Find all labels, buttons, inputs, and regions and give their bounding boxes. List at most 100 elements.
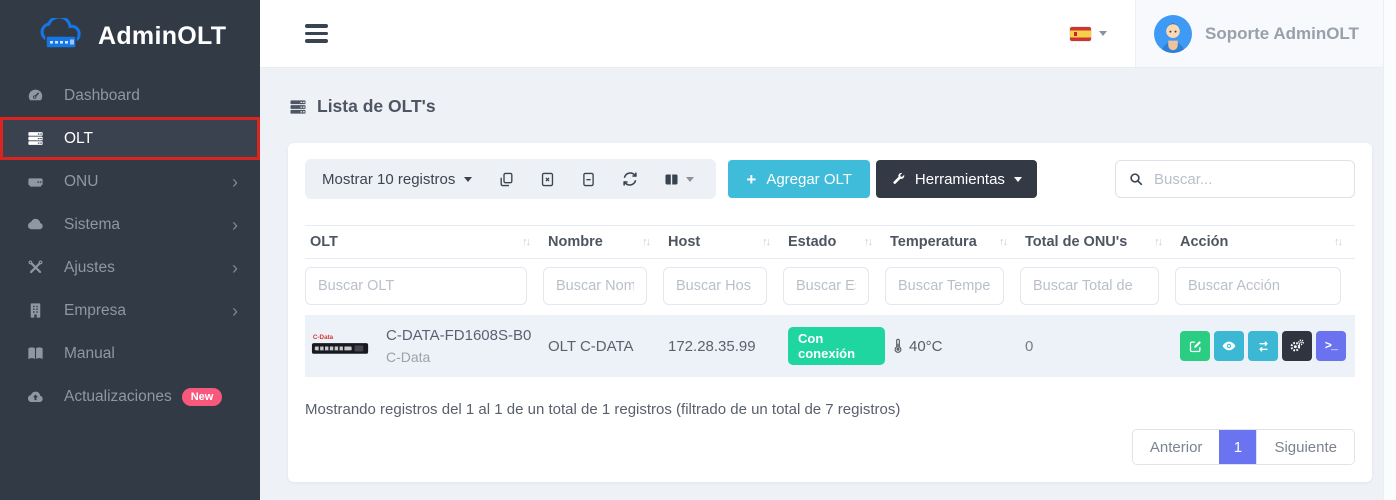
column-header-temperatura[interactable]: Temperatura↑↓ <box>885 234 1020 250</box>
sidebar-item-sistema[interactable]: Sistema › <box>0 203 260 246</box>
filter-nombre-input[interactable] <box>543 267 647 305</box>
caret-down-icon <box>686 177 694 182</box>
page-title: Lista de OLT's <box>288 96 1372 117</box>
excel-export-button[interactable] <box>527 159 568 199</box>
pagination-page-1-button[interactable]: 1 <box>1219 430 1256 464</box>
thermometer-icon <box>890 338 906 354</box>
cloud-icon <box>26 215 48 234</box>
sidebar-item-label: ONU <box>64 173 98 191</box>
filter-total-input[interactable] <box>1020 267 1159 305</box>
top-bar: Soporte AdminOLT <box>260 0 1396 68</box>
estado-cell: Con conexión <box>783 327 885 365</box>
eye-icon <box>1221 338 1237 354</box>
book-icon <box>26 344 48 363</box>
columns-visibility-button[interactable] <box>651 159 706 199</box>
avatar <box>1154 15 1192 53</box>
sort-icon: ↑↓ <box>522 236 529 248</box>
search-box <box>1115 160 1355 198</box>
sidebar-item-dashboard[interactable]: Dashboard <box>0 74 260 117</box>
show-records-dropdown[interactable]: Mostrar 10 registros <box>305 159 486 199</box>
svg-text:C-Data: C-Data <box>313 334 334 341</box>
temperatura-cell: 40°C <box>885 338 1020 355</box>
olt-model: C-DATA-FD1608S-B0 <box>386 327 531 344</box>
pagination-previous-button[interactable]: Anterior <box>1133 430 1220 464</box>
terminal-icon: >_ <box>1325 339 1337 353</box>
sidebar-item-label: Ajustes <box>64 259 115 277</box>
accion-cell: >_ <box>1175 331 1355 361</box>
sidebar-item-onu[interactable]: ONU › <box>0 160 260 203</box>
sort-icon: ↑↓ <box>1154 236 1161 248</box>
table-filter-row <box>305 259 1355 315</box>
server-stack-icon <box>288 97 308 117</box>
exchange-arrows-icon <box>1256 339 1271 354</box>
filter-estado-input[interactable] <box>783 267 869 305</box>
copy-button[interactable] <box>486 159 527 199</box>
refresh-icon <box>621 170 639 188</box>
column-header-olt[interactable]: OLT↑↓ <box>305 234 543 250</box>
terminal-button[interactable]: >_ <box>1316 331 1346 361</box>
wrench-icon <box>891 172 906 187</box>
sidebar-item-actualizaciones[interactable]: Actualizaciones New <box>0 375 260 418</box>
filter-olt-input[interactable] <box>305 267 527 305</box>
brand[interactable]: AdminOLT <box>0 0 260 72</box>
column-header-host[interactable]: Host↑↓ <box>663 234 783 250</box>
sidebar-toggle-icon[interactable] <box>305 24 328 43</box>
filter-host-input[interactable] <box>663 267 767 305</box>
sidebar-item-ajustes[interactable]: Ajustes › <box>0 246 260 289</box>
brand-name: AdminOLT <box>98 22 226 51</box>
sidebar-item-label: Manual <box>64 345 115 363</box>
app-window: AdminOLT Dashboard OLT ONU › <box>0 0 1396 500</box>
settings-olt-button[interactable] <box>1282 331 1312 361</box>
sort-icon: ↑↓ <box>762 236 769 248</box>
olt-brand: C-Data <box>386 349 531 365</box>
language-selector[interactable] <box>1070 27 1107 41</box>
file-export-button[interactable] <box>568 159 609 199</box>
user-name: Soporte AdminOLT <box>1205 24 1359 44</box>
sidebar-item-manual[interactable]: Manual <box>0 332 260 375</box>
chevron-right-icon: › <box>232 259 238 277</box>
building-icon <box>26 301 48 320</box>
spain-flag-icon <box>1070 27 1091 41</box>
filter-temperatura-input[interactable] <box>885 267 1004 305</box>
add-olt-button[interactable]: + Agregar OLT <box>728 160 870 198</box>
sidebar-item-olt[interactable]: OLT <box>0 117 260 160</box>
file-export-icon <box>580 171 597 188</box>
table-toolbar: Mostrar 10 registros <box>305 159 1355 199</box>
column-header-nombre[interactable]: Nombre↑↓ <box>543 234 663 250</box>
cloud-upload-icon <box>26 387 48 406</box>
gears-icon <box>1289 338 1305 354</box>
pagination: Anterior 1 Siguiente <box>1132 429 1355 465</box>
copy-icon <box>498 171 515 188</box>
search-input[interactable] <box>1154 171 1342 188</box>
connection-status-badge: Con conexión <box>788 327 885 365</box>
total-onus-cell: 0 <box>1020 338 1175 355</box>
sidebar-item-label: OLT <box>64 130 93 148</box>
edit-olt-button[interactable] <box>1180 331 1210 361</box>
exchange-button[interactable] <box>1248 331 1278 361</box>
brand-cloud-logo-icon <box>36 18 88 54</box>
filter-accion-input[interactable] <box>1175 267 1341 305</box>
scrollbar-track[interactable] <box>1383 0 1396 500</box>
olt-device-thumbnail: C-Data <box>310 329 372 363</box>
pagination-row: Anterior 1 Siguiente <box>305 429 1355 465</box>
column-header-total-onus[interactable]: Total de ONU's↑↓ <box>1020 234 1175 250</box>
caret-down-icon <box>464 177 472 182</box>
search-icon <box>1128 171 1144 187</box>
sort-icon: ↑↓ <box>1334 236 1341 248</box>
column-header-accion[interactable]: Acción↑↓ <box>1175 234 1355 250</box>
user-menu[interactable]: Soporte AdminOLT <box>1135 0 1396 67</box>
pagination-next-button[interactable]: Siguiente <box>1256 430 1354 464</box>
sidebar-item-label: Dashboard <box>64 87 140 105</box>
content: Lista de OLT's Mostrar 10 registros <box>260 68 1396 500</box>
view-olt-button[interactable] <box>1214 331 1244 361</box>
column-header-estado[interactable]: Estado↑↓ <box>783 234 885 250</box>
tools-dropdown-button[interactable]: Herramientas <box>876 160 1037 198</box>
nombre-cell: OLT C-DATA <box>543 338 663 355</box>
sort-icon: ↑↓ <box>999 236 1006 248</box>
sidebar-item-label: Actualizaciones <box>64 388 172 406</box>
refresh-button[interactable] <box>609 159 651 199</box>
sidebar-item-empresa[interactable]: Empresa › <box>0 289 260 332</box>
chevron-right-icon: › <box>232 173 238 191</box>
caret-down-icon <box>1014 177 1022 182</box>
excel-export-icon <box>539 171 556 188</box>
